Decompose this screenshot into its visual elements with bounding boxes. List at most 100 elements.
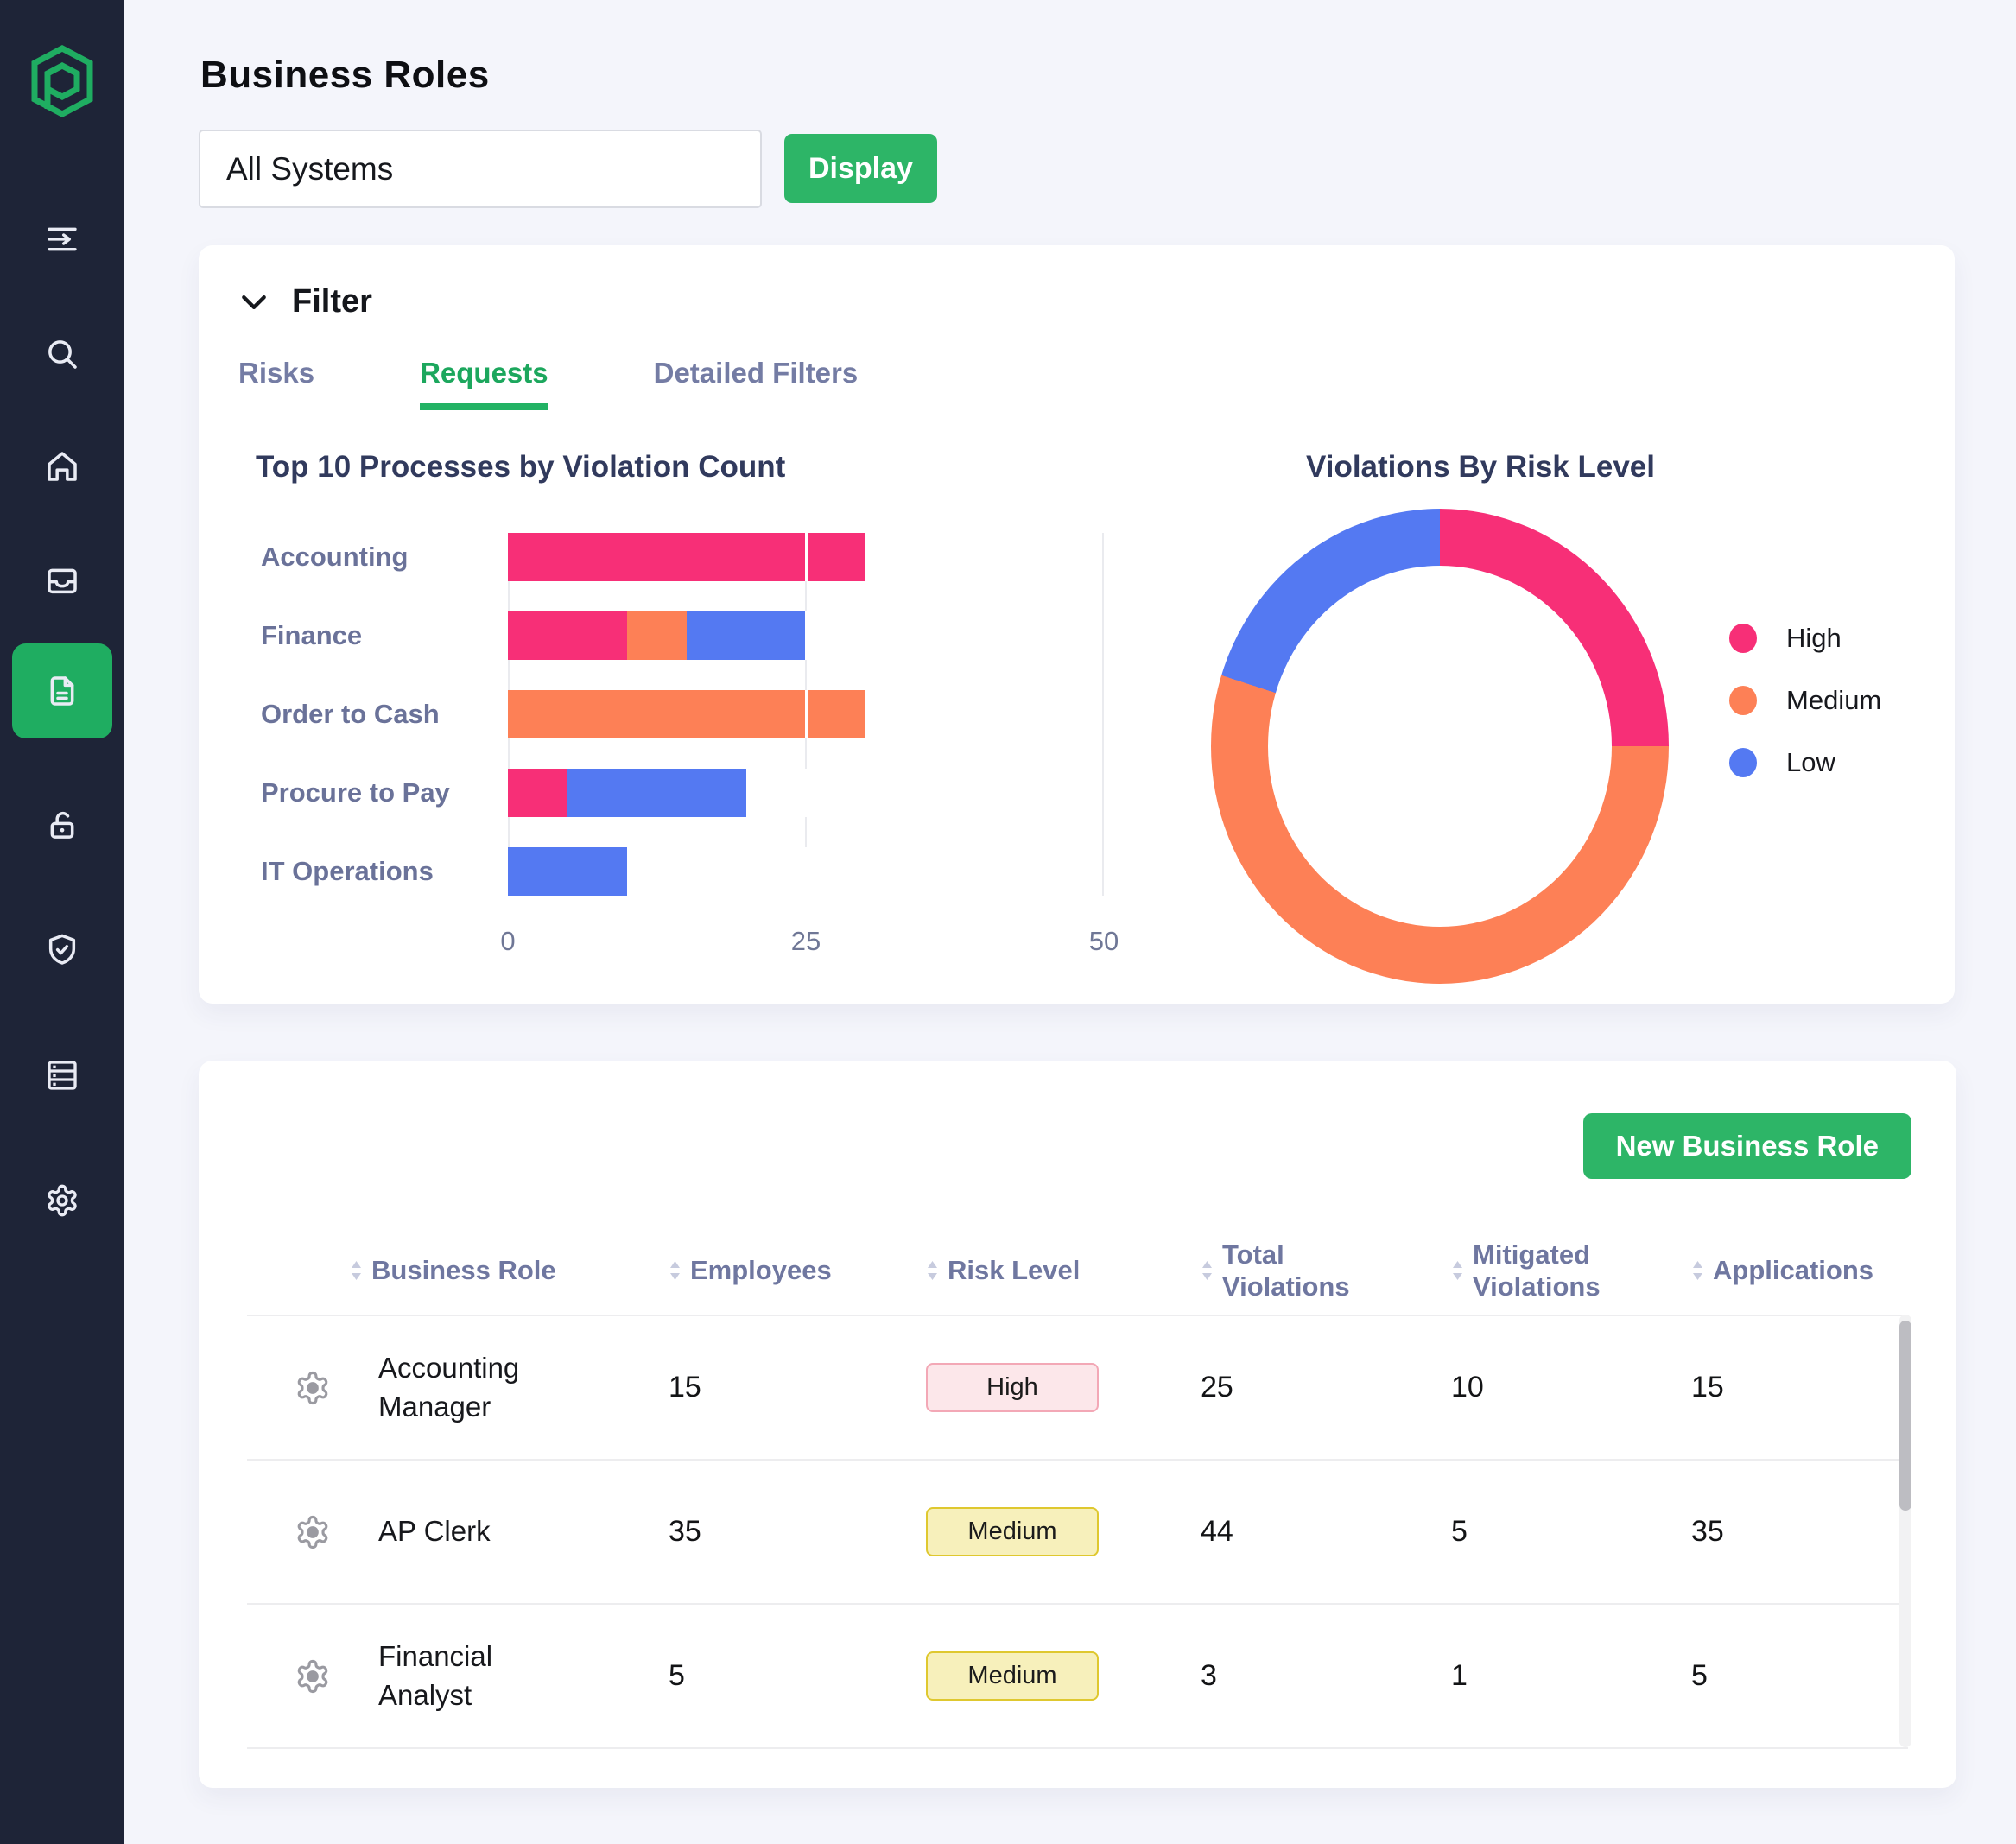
- table-body: Accounting Manager 15 High 25 10 15 AP C…: [247, 1315, 1908, 1749]
- column-header-employees[interactable]: Employees: [669, 1254, 926, 1286]
- cell-mitigated-violations: 10: [1451, 1371, 1691, 1404]
- risk-level-badge: High: [926, 1363, 1099, 1412]
- legend-label: Low: [1786, 747, 1835, 778]
- cell-employees: 35: [669, 1515, 926, 1549]
- column-header-applications[interactable]: Applications: [1691, 1254, 1908, 1286]
- sort-icon: [1451, 1259, 1464, 1282]
- collapse-sidebar-icon[interactable]: [45, 222, 79, 257]
- legend-item: High: [1729, 623, 1881, 654]
- bar-row: Finance: [237, 611, 1118, 660]
- tab-risks[interactable]: Risks: [238, 357, 314, 410]
- cell-total-violations: 3: [1201, 1659, 1451, 1693]
- column-header-mitigated-violations[interactable]: Mitigated Violations: [1451, 1239, 1691, 1302]
- settings-icon[interactable]: [45, 1183, 79, 1218]
- document-icon: [45, 674, 79, 708]
- cell-mitigated-violations: 1: [1451, 1659, 1691, 1693]
- table-header-row: Business Role Employees Risk Level Total…: [247, 1231, 1908, 1310]
- bar-row: Accounting: [237, 533, 1118, 581]
- cell-business-role: AP Clerk: [378, 1512, 586, 1551]
- table-scrollbar-thumb[interactable]: [1899, 1321, 1911, 1511]
- table-row: AP Clerk 35 Medium 44 5 35: [247, 1461, 1908, 1605]
- shield-check-icon[interactable]: [45, 933, 79, 967]
- column-header-risk-level[interactable]: Risk Level: [926, 1254, 1201, 1286]
- bar-segment-low: [687, 611, 806, 660]
- bar-chart-x-axis: 0 25 50: [508, 926, 1104, 960]
- bar-row: IT Operations: [237, 847, 1118, 896]
- tab-detailed-filters[interactable]: Detailed Filters: [654, 357, 859, 410]
- sidebar: [0, 0, 124, 1844]
- bar-row: Order to Cash: [237, 690, 1118, 738]
- stacked-bar: [508, 769, 1104, 817]
- unlock-icon[interactable]: [45, 808, 79, 842]
- table-scrollbar: [1899, 1315, 1911, 1747]
- cell-applications: 5: [1691, 1659, 1908, 1693]
- sidebar-item-business-roles[interactable]: [12, 643, 112, 738]
- sort-icon: [669, 1259, 682, 1282]
- legend-dot-high: [1729, 624, 1757, 653]
- donut-legend: High Medium Low: [1729, 623, 1881, 778]
- search-icon[interactable]: [45, 337, 79, 371]
- cell-applications: 35: [1691, 1515, 1908, 1549]
- chevron-down-icon: [237, 285, 271, 320]
- x-tick: 0: [500, 926, 515, 957]
- bar-segment-high: [508, 533, 865, 581]
- bar-segment-low: [567, 769, 746, 817]
- cell-employees: 5: [669, 1659, 926, 1693]
- home-icon[interactable]: [45, 449, 79, 484]
- inbox-icon[interactable]: [45, 563, 79, 598]
- cell-mitigated-violations: 5: [1451, 1515, 1691, 1549]
- legend-dot-medium: [1729, 686, 1757, 715]
- server-icon[interactable]: [45, 1058, 79, 1093]
- bar-row: Procure to Pay: [237, 769, 1118, 817]
- filter-collapse-toggle[interactable]: Filter: [237, 278, 1917, 320]
- x-tick: 50: [1089, 926, 1119, 957]
- tab-requests[interactable]: Requests: [420, 357, 548, 410]
- risk-level-badge: Medium: [926, 1507, 1099, 1556]
- stacked-bar: [508, 847, 1104, 896]
- bar-chart-title: Top 10 Processes by Violation Count: [256, 450, 1118, 485]
- bar-category-label: IT Operations: [237, 856, 508, 887]
- filter-tabs: Risks Requests Detailed Filters: [238, 357, 1917, 410]
- risk-level-badge: Medium: [926, 1651, 1099, 1701]
- legend-dot-low: [1729, 748, 1757, 777]
- cell-business-role: Financial Analyst: [378, 1638, 586, 1714]
- cell-employees: 15: [669, 1371, 926, 1404]
- legend-item: Low: [1729, 747, 1881, 778]
- table-row: Accounting Manager 15 High 25 10 15: [247, 1316, 1908, 1461]
- filter-card: Filter Risks Requests Detailed Filters T…: [199, 245, 1955, 1004]
- donut-hole: [1268, 566, 1612, 927]
- new-business-role-button[interactable]: New Business Role: [1583, 1113, 1911, 1179]
- sort-icon: [350, 1259, 363, 1282]
- legend-label: Medium: [1786, 685, 1881, 716]
- page-title: Business Roles: [200, 54, 490, 97]
- legend-item: Medium: [1729, 685, 1881, 716]
- app-logo[interactable]: [31, 45, 93, 122]
- bar-segment-medium: [627, 611, 687, 660]
- display-button[interactable]: Display: [784, 134, 937, 203]
- bar-category-label: Procure to Pay: [237, 777, 508, 808]
- row-settings-gear-icon[interactable]: [247, 1514, 378, 1550]
- bar-category-label: Finance: [237, 620, 508, 651]
- bar-category-label: Accounting: [237, 542, 508, 573]
- filter-heading: Filter: [292, 283, 372, 320]
- system-select[interactable]: [199, 130, 762, 208]
- bar-category-label: Order to Cash: [237, 699, 508, 730]
- donut-chart: Violations By Risk Level High Medium: [1118, 450, 1917, 984]
- stacked-bar: [508, 690, 1104, 738]
- donut-chart-title: Violations By Risk Level: [1247, 450, 1714, 485]
- bar-segment-medium: [508, 690, 865, 738]
- stacked-bar: [508, 533, 1104, 581]
- column-header-total-violations[interactable]: Total Violations: [1201, 1239, 1451, 1302]
- bar-segment-high: [508, 611, 627, 660]
- row-settings-gear-icon[interactable]: [247, 1658, 378, 1695]
- sort-icon: [1201, 1259, 1214, 1282]
- bar-segment-low: [508, 847, 627, 896]
- bar-chart: Top 10 Processes by Violation Count Acco…: [237, 450, 1118, 984]
- cell-business-role: Accounting Manager: [378, 1349, 586, 1426]
- stacked-bar: [508, 611, 1104, 660]
- business-roles-table-card: New Business Role Business Role Employee…: [199, 1061, 1956, 1788]
- row-settings-gear-icon[interactable]: [247, 1370, 378, 1406]
- column-header-business-role[interactable]: Business Role: [247, 1254, 669, 1286]
- legend-label: High: [1786, 623, 1842, 654]
- cell-applications: 15: [1691, 1371, 1908, 1404]
